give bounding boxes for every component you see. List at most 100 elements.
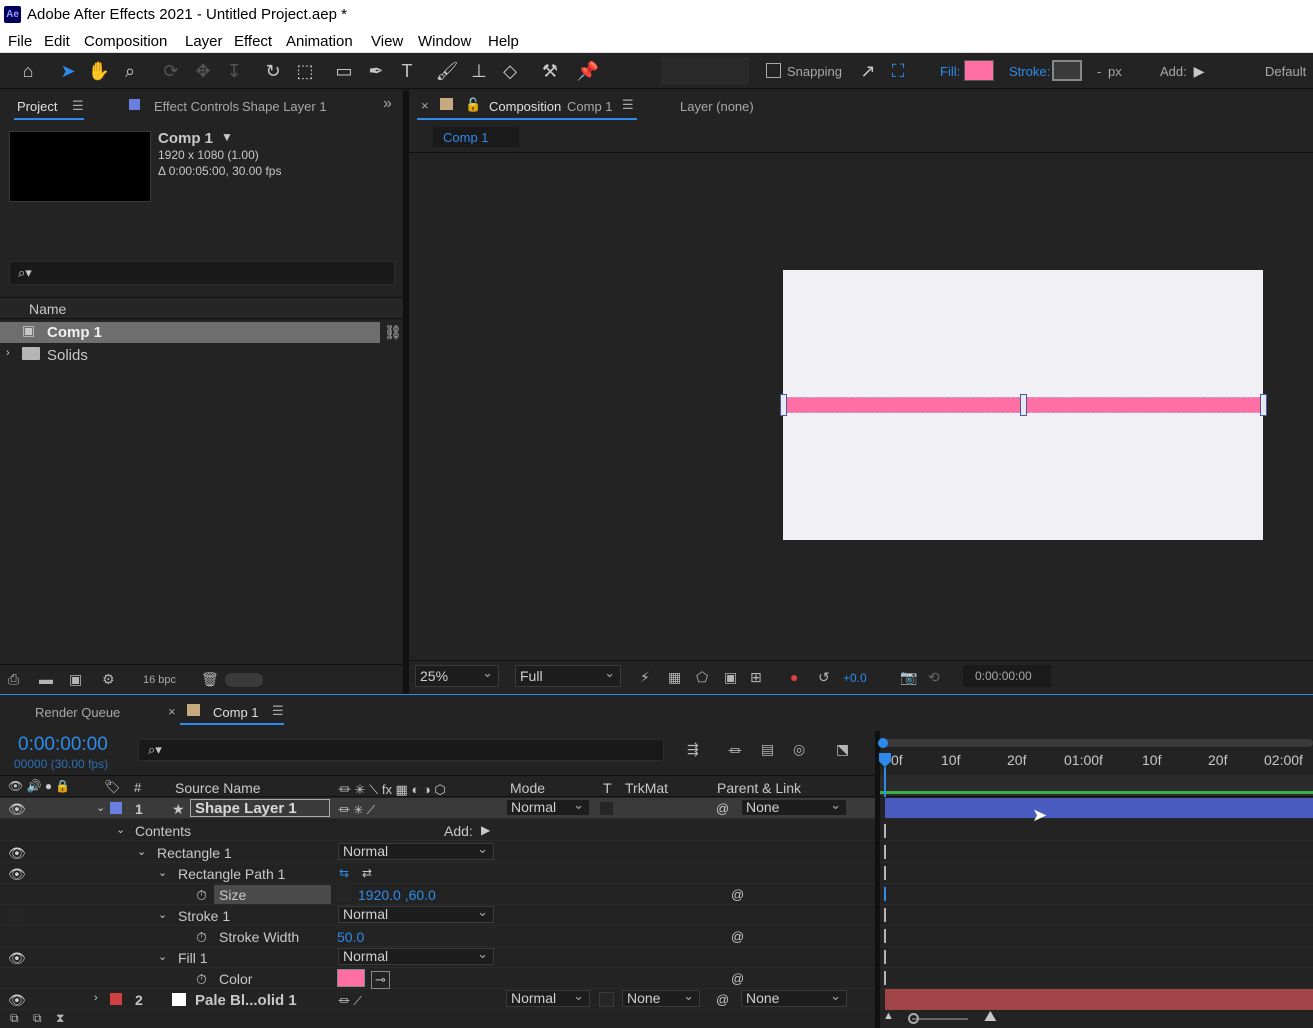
keyframe-marker[interactable]: [884, 929, 886, 943]
tab-layer[interactable]: Layer (none): [680, 99, 754, 114]
channels-icon[interactable]: ●: [790, 669, 798, 685]
expression-icon[interactable]: @: [731, 929, 744, 944]
contents-row[interactable]: ⌄ Contents Add: ▶: [0, 820, 875, 841]
zoom-tool-icon[interactable]: ⌕: [117, 58, 143, 84]
layer-mode-dropdown[interactable]: Normal: [506, 797, 590, 816]
comp-canvas[interactable]: [780, 270, 1267, 540]
expression-icon[interactable]: @: [731, 971, 744, 986]
timeline-menu-icon[interactable]: ☰: [272, 703, 284, 719]
close-tab-icon[interactable]: ×: [421, 98, 429, 113]
menu-composition[interactable]: Composition: [84, 33, 167, 50]
transform-handle-left[interactable]: [780, 394, 787, 416]
project-search-input[interactable]: ⌕▾: [9, 261, 395, 285]
toggle-modes-icon[interactable]: ⧉: [33, 1011, 42, 1026]
keyframe-marker[interactable]: [884, 866, 886, 880]
project-menu-icon[interactable]: ☰: [72, 98, 84, 114]
new-folder-icon[interactable]: ▬: [39, 671, 53, 687]
menu-layer[interactable]: Layer: [185, 33, 223, 50]
transform-handle-right[interactable]: [1260, 394, 1267, 416]
home-icon[interactable]: ⌂: [15, 58, 41, 84]
pen-tool-icon[interactable]: ✒: [363, 58, 389, 84]
time-ruler[interactable]: 0f 10f 20f 01:00f 10f 20f 02:00f: [880, 750, 1313, 774]
reset-exposure-icon[interactable]: ↺: [818, 669, 830, 686]
exposure-value[interactable]: +0.0: [843, 671, 867, 685]
puppet-pin-icon[interactable]: 📌: [575, 58, 601, 84]
column-parent-link[interactable]: Parent & Link: [717, 780, 801, 796]
layer-name-field[interactable]: Shape Layer 1: [190, 799, 330, 817]
project-item-comp[interactable]: ▣ Comp 1: [0, 322, 380, 343]
trkmat-dropdown[interactable]: None: [622, 988, 700, 1007]
tab-effect-controls[interactable]: Effect Controls: [154, 99, 239, 114]
menu-help[interactable]: Help: [488, 33, 519, 50]
eye-icon[interactable]: 👁: [8, 866, 26, 882]
collapse-arrow-icon[interactable]: ⌄: [96, 801, 105, 814]
color-property-row[interactable]: ⏱ Color ⊸ @: [0, 968, 875, 989]
path-direction-icon[interactable]: ⇆: [339, 866, 349, 880]
eraser-tool-icon[interactable]: ◇: [497, 58, 523, 84]
eye-icon[interactable]: 👁: [8, 845, 26, 861]
fill-swatch[interactable]: [964, 60, 994, 81]
motion-blur-icon[interactable]: ◎: [793, 741, 805, 758]
collapse-arrow-icon[interactable]: ⌄: [158, 866, 167, 879]
layer-row-2[interactable]: 👁 › 2 Pale Bl...olid 1 ⏛ ⟋ Normal None @…: [0, 988, 875, 1010]
stroke-width-value[interactable]: 50.0: [337, 929, 364, 945]
color-swatch[interactable]: [337, 969, 365, 987]
rectangle-group-row[interactable]: 👁 ⌄ Rectangle 1 Normal: [0, 841, 875, 863]
collapse-arrow-icon[interactable]: ⌄: [158, 908, 167, 921]
toggle-render-time-icon[interactable]: ⧗: [56, 1011, 64, 1026]
collapse-arrow-icon[interactable]: ⌄: [158, 950, 167, 963]
tab-comp-name[interactable]: Comp 1: [567, 99, 613, 114]
label-column-icon[interactable]: 🏷: [104, 779, 121, 795]
preserve-transparency-checkbox[interactable]: [599, 801, 614, 816]
breadcrumb[interactable]: Comp 1: [433, 127, 519, 147]
keyframe-marker[interactable]: [884, 845, 886, 859]
expand-arrow-icon[interactable]: ›: [94, 992, 98, 1004]
stroke-width-row[interactable]: ⏱ Stroke Width 50.0 @: [0, 926, 875, 947]
lock-icon[interactable]: 🔓: [465, 97, 481, 113]
column-source-name[interactable]: Source Name: [175, 780, 261, 796]
new-comp-icon[interactable]: ▣: [69, 671, 82, 688]
current-time[interactable]: 0:00:00:00: [18, 734, 108, 756]
bpc-label[interactable]: 16 bpc: [143, 674, 176, 686]
fast-preview-icon[interactable]: ⚡: [640, 669, 650, 686]
preserve-transparency-checkbox[interactable]: [599, 992, 614, 1007]
zoom-slider-track[interactable]: [912, 1018, 968, 1020]
keyframe-marker[interactable]: [884, 908, 886, 922]
constrain-proportions-icon[interactable]: [337, 887, 351, 901]
zoom-dropdown[interactable]: 25%: [415, 663, 499, 687]
hand-tool-icon[interactable]: ✋: [86, 58, 112, 84]
path-reverse-icon[interactable]: ⇄: [362, 866, 372, 880]
snap-features-icon[interactable]: ⛶: [885, 58, 911, 84]
collapse-arrow-icon[interactable]: ⌄: [116, 823, 125, 836]
breadcrumb-comp[interactable]: Comp 1: [443, 130, 489, 145]
comp-dropdown-icon[interactable]: ▼: [221, 130, 233, 144]
layer-switches-icons[interactable]: ⏛ ✳ ⟋: [338, 801, 375, 818]
eye-icon[interactable]: 👁: [8, 950, 26, 966]
zoom-in-icon[interactable]: ⛰: [984, 1008, 997, 1025]
column-num[interactable]: #: [134, 780, 141, 795]
toggle-switches-icon[interactable]: ⧉: [10, 1011, 19, 1026]
layer-label-color[interactable]: [110, 993, 122, 1005]
pan-camera-icon[interactable]: ✥: [190, 58, 216, 84]
brush-tool-icon[interactable]: 🖌: [434, 58, 460, 84]
transparency-grid-icon[interactable]: ▦: [668, 669, 681, 686]
region-of-interest-icon[interactable]: ▣: [724, 669, 737, 686]
tab-timeline-comp[interactable]: Comp 1: [213, 705, 259, 720]
timeline-search-input[interactable]: ⌕▾: [138, 739, 664, 761]
menu-edit[interactable]: Edit: [44, 33, 70, 50]
clone-stamp-icon[interactable]: ⊥: [466, 58, 492, 84]
grid-guides-icon[interactable]: ⊞: [750, 669, 762, 686]
menu-view[interactable]: View: [371, 33, 403, 50]
viewer-timecode[interactable]: 0:00:00:00: [963, 665, 1051, 687]
layer-2-duration-bar[interactable]: [885, 989, 1313, 1010]
rectangle-path-row[interactable]: 👁 ⌄ Rectangle Path 1 ⇆ ⇄: [0, 863, 875, 884]
type-tool-icon[interactable]: T: [394, 58, 420, 84]
zoom-slider-thumb[interactable]: [908, 1013, 919, 1024]
size-value[interactable]: 1920.0 ,60.0: [358, 887, 436, 903]
tab-project[interactable]: Project: [17, 99, 57, 114]
work-area-bar[interactable]: [880, 739, 1313, 747]
snap-edges-icon[interactable]: ↗: [855, 58, 881, 84]
layer-1-duration-bar[interactable]: [885, 798, 1313, 819]
stroke-width[interactable]: -: [1097, 64, 1101, 79]
roto-brush-icon[interactable]: ⚒: [537, 58, 563, 84]
